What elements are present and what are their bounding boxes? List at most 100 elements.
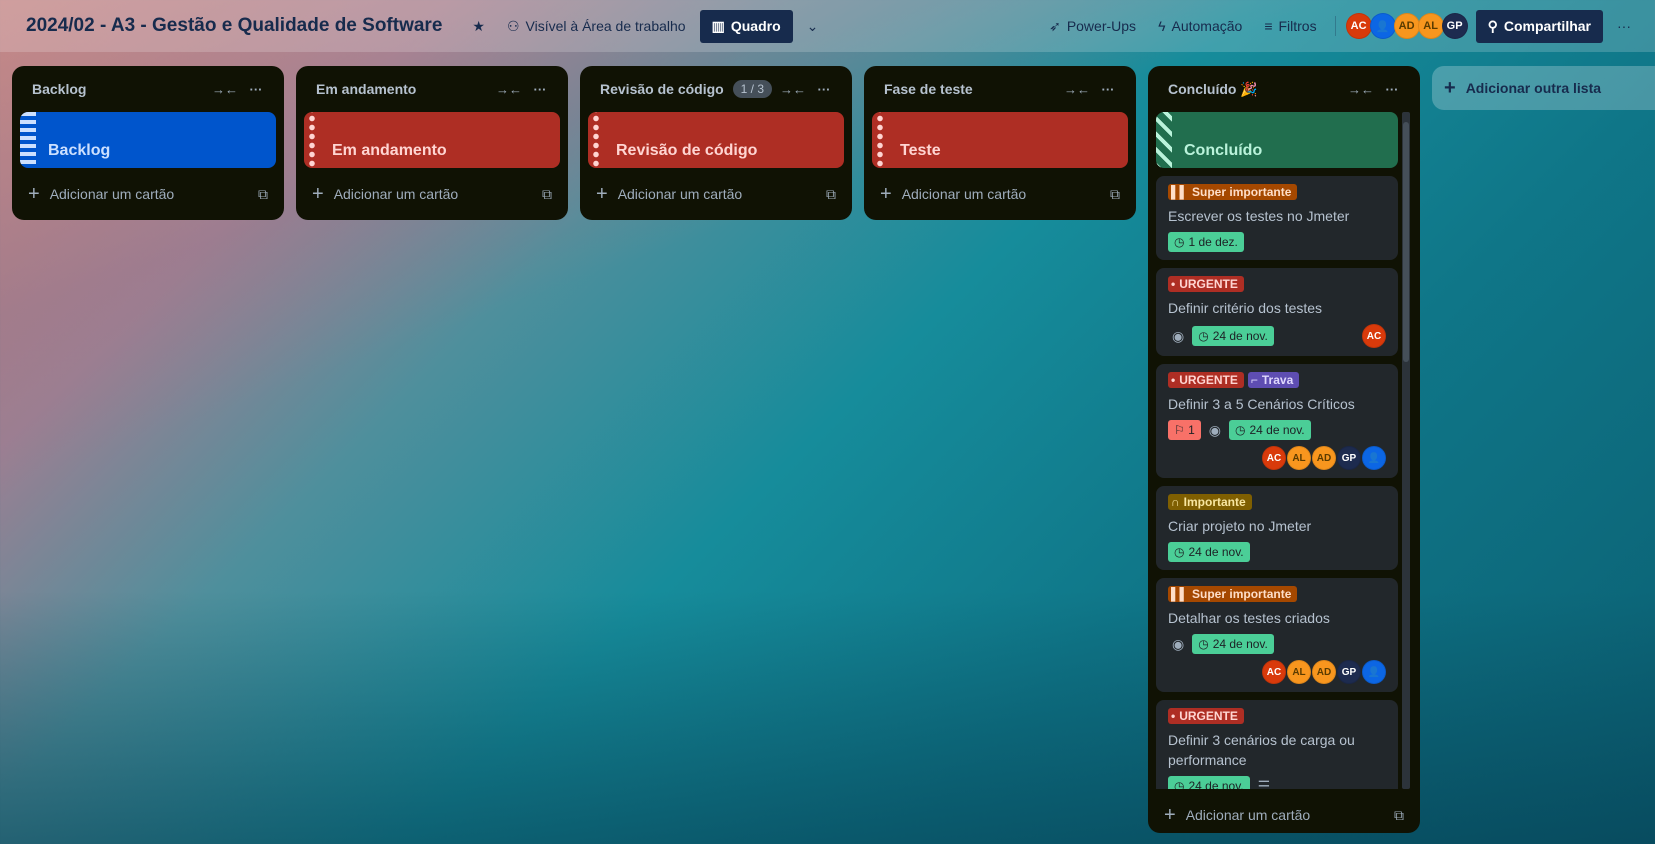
avatar[interactable]: AC: [1262, 446, 1286, 470]
list-title[interactable]: Fase de teste: [884, 81, 1056, 97]
votes-badge[interactable]: ⚐ 1: [1168, 420, 1201, 440]
avatar[interactable]: GP: [1337, 446, 1361, 470]
template-icon[interactable]: ⧉: [1394, 807, 1404, 824]
plus-icon: +: [28, 183, 40, 205]
card[interactable]: • URGENTE ⌐ Trava Definir 3 a 5 Cenários Cr…: [1156, 364, 1398, 478]
board-title[interactable]: 2024/02 - A3 - Gestão e Qualidade de Sof…: [26, 15, 442, 37]
add-list-button[interactable]: + Adicionar outra lista: [1432, 66, 1655, 110]
card[interactable]: • URGENTE Definir critério dos testes ◉ ◷ 2…: [1156, 268, 1398, 356]
due-date-badge[interactable]: ◷ 24 de nov.: [1229, 420, 1311, 440]
more-icon[interactable]: ···: [812, 82, 836, 97]
template-icon[interactable]: ⧉: [258, 186, 268, 203]
add-card-label: Adicionar um cartão: [1185, 807, 1311, 823]
watch-icon: ◉: [1172, 635, 1185, 652]
label-pattern: [304, 112, 320, 168]
template-icon[interactable]: ⧉: [542, 186, 552, 203]
list-title[interactable]: Concluído 🎉: [1168, 81, 1340, 98]
label-importante[interactable]: ∩ Importante: [1168, 494, 1252, 510]
avatar[interactable]: GP: [1441, 13, 1468, 39]
cover-card[interactable]: Backlog: [20, 112, 276, 168]
scrollbar[interactable]: [1402, 112, 1410, 789]
label-urgente[interactable]: • URGENTE: [1168, 372, 1244, 388]
card-title: Escrever os testes no Jmeter: [1168, 208, 1350, 224]
template-icon[interactable]: ⧉: [826, 186, 836, 203]
avatar[interactable]: AC: [1262, 660, 1286, 684]
more-menu-button[interactable]: ···: [1609, 12, 1639, 40]
collapse-icon[interactable]: →←: [780, 82, 806, 97]
add-card-button[interactable]: + Adicionar um cartão ⧉: [1156, 789, 1412, 841]
divider: [1334, 16, 1336, 36]
add-person-icon: ⚲: [1487, 17, 1498, 34]
collapse-icon[interactable]: →←: [1064, 82, 1090, 97]
cover-card[interactable]: Teste: [872, 112, 1128, 168]
view-board-button[interactable]: ▥ Quadro: [699, 9, 793, 43]
list-title[interactable]: Backlog: [32, 81, 204, 97]
card[interactable]: • URGENTE Definir 3 cenários de carga ou …: [1156, 700, 1398, 789]
avatar-user-icon[interactable]: 👤: [1362, 660, 1386, 684]
add-card-button[interactable]: + Adicionar um cartão ⧉: [872, 168, 1128, 220]
label-urgente[interactable]: • URGENTE: [1168, 708, 1244, 724]
label-super-importante[interactable]: ▌▌ Super importante: [1168, 586, 1298, 602]
visibility-button[interactable]: ⚇ Visível à Área de trabalho: [499, 12, 694, 41]
due-date-badge[interactable]: ◷ 24 de nov.: [1168, 542, 1250, 562]
avatar-user-icon[interactable]: 👤: [1369, 13, 1396, 39]
dots-icon: •: [1171, 277, 1176, 291]
card-scroll-area[interactable]: Concluído ▌▌ Super importante Escrever os…: [1156, 112, 1412, 789]
powerups-button[interactable]: ➶ Power-Ups: [1041, 12, 1144, 41]
avatar[interactable]: AD: [1312, 660, 1336, 684]
list-title[interactable]: Em andamento: [316, 81, 488, 97]
more-icon[interactable]: ···: [244, 82, 268, 97]
template-icon[interactable]: ⧉: [1110, 186, 1120, 203]
cover-card-title: Teste: [900, 142, 941, 159]
cover-card[interactable]: Em andamento: [304, 112, 560, 168]
clock-icon: ◷: [1198, 637, 1209, 651]
due-date-badge[interactable]: ◷ 24 de nov.: [1192, 326, 1274, 346]
list-title[interactable]: Revisão de código: [600, 81, 733, 97]
more-icon[interactable]: ···: [1096, 82, 1120, 97]
card[interactable]: ▌▌ Super importante Detalhar os testes cr…: [1156, 578, 1398, 692]
label-trava[interactable]: ⌐ Trava: [1247, 372, 1300, 388]
add-card-button[interactable]: + Adicionar um cartão ⧉: [304, 168, 560, 220]
avatar[interactable]: AD: [1312, 446, 1336, 470]
card[interactable]: ▌▌ Super importante Escrever os testes no…: [1156, 176, 1398, 260]
collapse-icon[interactable]: →←: [1348, 82, 1374, 97]
steps-icon: ⌐: [1250, 373, 1258, 387]
star-button[interactable]: ★: [464, 12, 493, 41]
avatar[interactable]: AD: [1393, 13, 1420, 39]
list-backlog: Backlog →← ··· Backlog + Adicionar um cartã…: [12, 66, 284, 220]
add-card-button[interactable]: + Adicionar um cartão ⧉: [588, 168, 844, 220]
filters-button[interactable]: ≡ Filtros: [1256, 12, 1324, 40]
cover-card[interactable]: Concluído: [1156, 112, 1398, 168]
avatar[interactable]: AC: [1345, 13, 1372, 39]
board-icon: ▥: [711, 17, 725, 34]
avatar[interactable]: AL: [1417, 13, 1444, 39]
avatar-user-icon[interactable]: 👤: [1362, 446, 1386, 470]
due-date-badge[interactable]: ◷ 24 de nov.: [1192, 634, 1274, 654]
collapse-icon[interactable]: →←: [496, 82, 522, 97]
view-switcher-button[interactable]: ⌄: [799, 12, 827, 41]
avatar[interactable]: GP: [1337, 660, 1361, 684]
due-date-badge[interactable]: ◷ 24 de nov.: [1168, 776, 1250, 789]
card-title: Criar projeto no Jmeter: [1168, 518, 1312, 534]
label-super-importante[interactable]: ▌▌ Super importante: [1168, 184, 1298, 200]
avatar[interactable]: AC: [1362, 324, 1386, 348]
card-title: Detalhar os testes criados: [1168, 610, 1330, 626]
megaphone-icon: ⚐: [1174, 423, 1189, 437]
due-date-badge[interactable]: ◷ 1 de dez.: [1168, 232, 1244, 252]
description-icon: ☰: [1257, 777, 1271, 790]
scrollbar-thumb[interactable]: [1403, 122, 1409, 362]
cover-card[interactable]: Revisão de código: [588, 112, 844, 168]
card[interactable]: ∩ Importante Criar projeto no Jmeter ◷ 24 …: [1156, 486, 1398, 570]
more-icon[interactable]: ···: [528, 82, 552, 97]
label-urgente[interactable]: • URGENTE: [1168, 276, 1244, 292]
collapse-icon[interactable]: →←: [212, 82, 238, 97]
share-button[interactable]: ⚲ Compartilhar: [1475, 9, 1603, 43]
avatar[interactable]: AL: [1287, 446, 1311, 470]
add-card-button[interactable]: + Adicionar um cartão ⧉: [20, 168, 276, 220]
list-fase-de-teste: Fase de teste →← ··· Teste + Adicionar um c…: [864, 66, 1136, 220]
automation-button[interactable]: ϟ Automação: [1150, 12, 1250, 40]
dots-icon: •: [1171, 373, 1176, 387]
avatar[interactable]: AL: [1287, 660, 1311, 684]
clock-icon: ◷: [1174, 779, 1185, 789]
more-icon[interactable]: ···: [1380, 82, 1404, 97]
